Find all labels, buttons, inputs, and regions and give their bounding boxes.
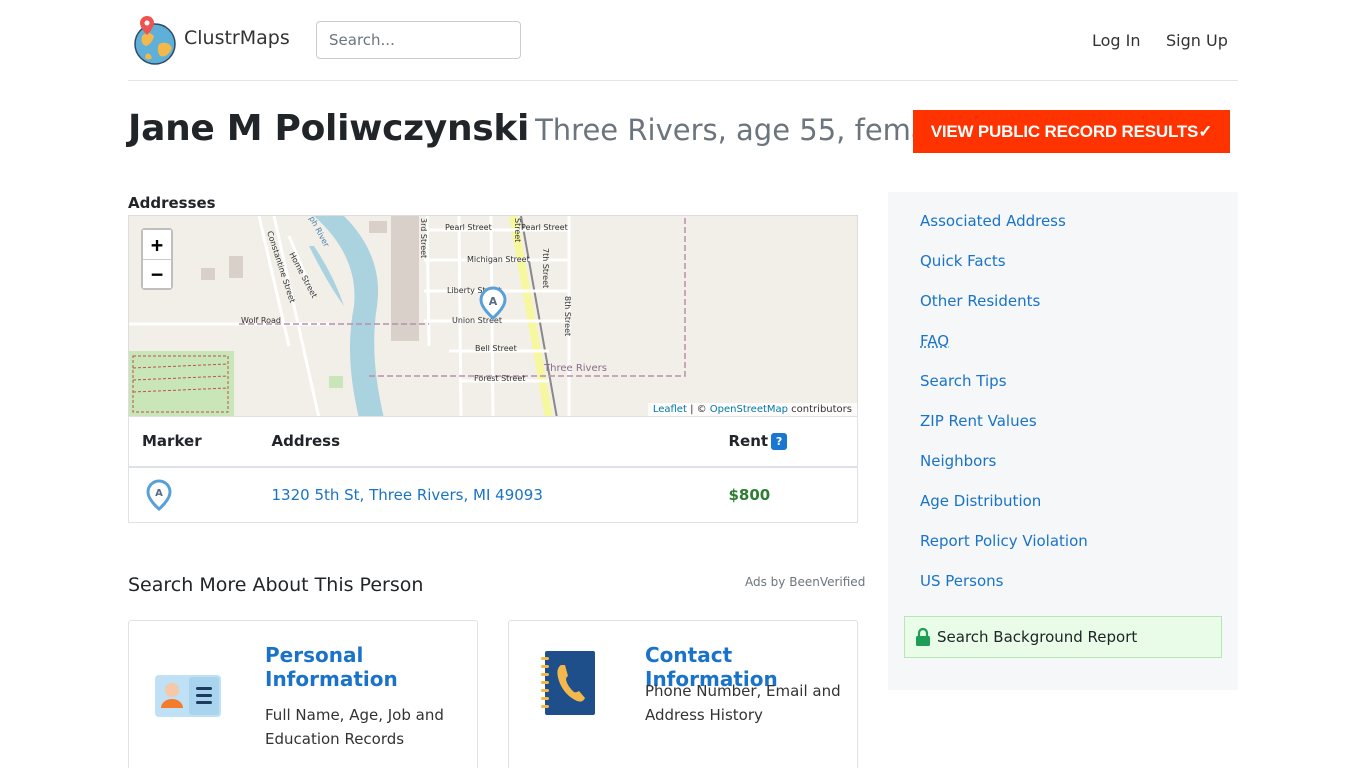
map-label-three-rivers: Three Rivers xyxy=(543,363,607,374)
page-title: Jane M Poliwczynski Three Rivers, age 55,… xyxy=(128,108,955,149)
personal-info-desc: Full Name, Age, Job and Education Record… xyxy=(265,706,444,748)
map-label-pearl-2: Pearl Street xyxy=(521,223,568,232)
map-label-5th: Street xyxy=(513,218,522,242)
phone-book-icon xyxy=(541,651,595,715)
view-public-record-button[interactable]: VIEW PUBLIC RECORD RESULTS✓ xyxy=(913,110,1230,153)
brand-name[interactable]: ClustrMaps xyxy=(184,27,290,49)
sidebar-item-zip-rent-values[interactable]: ZIP Rent Values xyxy=(920,412,1037,430)
rent-header-label: Rent xyxy=(728,432,769,451)
addresses-label: Addresses xyxy=(128,194,216,212)
zoom-in-button[interactable]: + xyxy=(143,230,171,259)
marker-column-header: Marker xyxy=(128,416,259,468)
map-label-pearl: Pearl Street xyxy=(445,223,492,232)
rent-cell: $800 xyxy=(716,467,858,523)
person-name: Jane M Poliwczynski xyxy=(128,108,530,149)
ads-label: Ads by BeenVerified xyxy=(745,575,866,589)
zoom-out-button[interactable]: − xyxy=(143,259,171,288)
map-attribution: Leaflet | © OpenStreetMap contributors xyxy=(647,403,857,416)
sidebar-item-neighbors[interactable]: Neighbors xyxy=(920,452,996,470)
map-label-8th: 8th Street xyxy=(563,296,572,336)
address-marker-icon: A xyxy=(146,479,172,511)
sidebar-item-search-tips[interactable]: Search Tips xyxy=(920,372,1007,390)
sidebar-item-other-residents[interactable]: Other Residents xyxy=(920,292,1040,310)
table-row: A 1320 5th St, Three Rivers, MI 49093 $8… xyxy=(129,467,858,523)
addresses-table: Marker Address Rent? A 1320 5th St, Thre… xyxy=(128,416,858,523)
id-card-icon xyxy=(155,675,221,717)
signup-link[interactable]: Sign Up xyxy=(1166,31,1228,50)
search-background-report-button[interactable]: Search Background Report xyxy=(904,616,1222,658)
site-header: ClustrMaps Log In Sign Up xyxy=(128,0,1238,81)
personal-info-card[interactable]: Personal Information Full Name, Age, Job… xyxy=(128,620,478,768)
table-header-row: Marker Address Rent? xyxy=(128,416,858,468)
map-label-7th: 7th Street xyxy=(541,248,550,288)
map-label-3rd: 3rd Street xyxy=(419,218,428,258)
contact-info-card[interactable]: Contact Information Phone Number, Email … xyxy=(508,620,858,768)
marker-cell: A xyxy=(129,467,259,523)
sidebar-item-age-distribution[interactable]: Age Distribution xyxy=(920,492,1041,510)
search-input[interactable] xyxy=(316,21,521,59)
sidebar-item-faq[interactable]: FAQ xyxy=(920,332,949,350)
sidebar: Associated Address Quick Facts Other Res… xyxy=(888,192,1238,690)
address-map[interactable]: Pearl Street Pearl Street Michigan Stree… xyxy=(128,215,858,417)
address-marker-label: A xyxy=(155,488,163,499)
sidebar-item-associated-address[interactable]: Associated Address xyxy=(920,212,1066,230)
contact-info-desc: Phone Number, Email and Address History xyxy=(645,682,841,724)
login-link[interactable]: Log In xyxy=(1092,31,1141,50)
map-label-michigan: Michigan Street xyxy=(467,255,530,264)
background-report-label: Search Background Report xyxy=(937,628,1138,646)
address-cell: 1320 5th St, Three Rivers, MI 49093 xyxy=(259,467,716,523)
lock-icon xyxy=(916,627,930,646)
rent-help-icon[interactable]: ? xyxy=(771,433,788,451)
map-marker-label: A xyxy=(489,295,498,308)
map-zoom-control: + − xyxy=(141,228,173,290)
attribution-separator: | © xyxy=(686,404,710,415)
map-marker-icon[interactable]: A xyxy=(479,286,507,320)
address-column-header: Address xyxy=(258,416,716,468)
leaflet-link[interactable]: Leaflet xyxy=(653,404,687,415)
map-tiles[interactable]: Pearl Street Pearl Street Michigan Stree… xyxy=(129,216,858,417)
sidebar-item-us-persons[interactable]: US Persons xyxy=(920,572,1004,590)
sidebar-item-quick-facts[interactable]: Quick Facts xyxy=(920,252,1006,270)
map-label-bell: Bell Street xyxy=(475,344,517,353)
search-more-title: Search More About This Person xyxy=(128,574,424,596)
address-link[interactable]: 1320 5th St, Three Rivers, MI 49093 xyxy=(272,486,543,504)
sidebar-item-report-policy-violation[interactable]: Report Policy Violation xyxy=(920,532,1088,550)
osm-link[interactable]: OpenStreetMap xyxy=(710,404,788,415)
attribution-suffix: contributors xyxy=(788,404,852,415)
person-subtitle: Three Rivers, age 55, female xyxy=(535,113,955,147)
rent-column-header: Rent? xyxy=(715,416,858,468)
globe-logo-icon[interactable] xyxy=(132,14,178,66)
rent-value: $800 xyxy=(728,485,771,504)
map-label-wolf: Wolf Road xyxy=(241,316,281,325)
personal-info-title[interactable]: Personal Information xyxy=(265,643,465,691)
map-label-forest: Forest Street xyxy=(474,374,525,383)
